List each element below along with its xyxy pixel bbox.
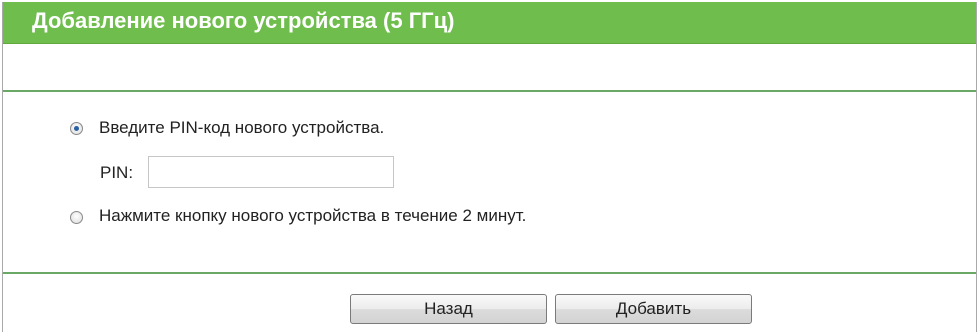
bottom-divider [3, 272, 976, 274]
page-title: Добавление нового устройства (5 ГГц) [32, 8, 455, 33]
radio-enter-pin[interactable] [70, 122, 83, 135]
panel-header: Добавление нового устройства (5 ГГц) [3, 2, 976, 44]
wps-add-device-panel: Добавление нового устройства (5 ГГц) Вве… [2, 2, 977, 332]
enter-pin-option-label[interactable]: Введите PIN-код нового устройства. [99, 118, 384, 138]
add-button[interactable]: Добавить [555, 294, 752, 324]
back-button[interactable]: Назад [350, 294, 547, 324]
radio-press-button[interactable] [70, 211, 83, 224]
pin-label: PIN: [100, 163, 134, 182]
press-button-option-label[interactable]: Нажмите кнопку нового устройства в течен… [99, 206, 526, 226]
radio-selected-dot [74, 126, 79, 131]
top-divider [3, 90, 976, 92]
pin-input[interactable] [148, 156, 394, 188]
